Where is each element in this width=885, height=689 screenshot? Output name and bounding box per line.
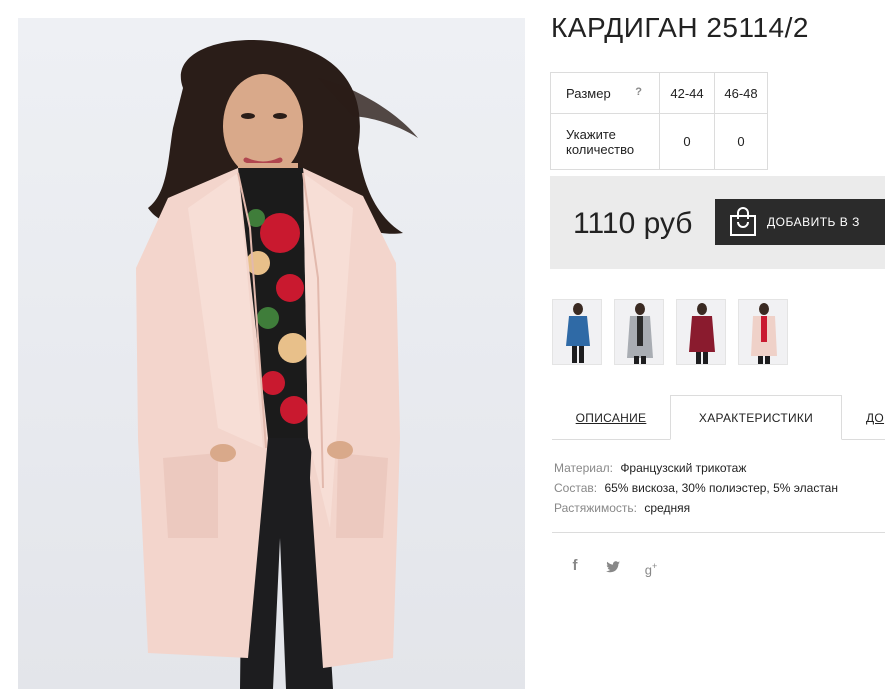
thumbnail-blue[interactable] bbox=[552, 299, 602, 365]
characteristic-row: Материал: Французский трикотаж bbox=[554, 458, 838, 478]
price-box: 1110 руб ДОБАВИТЬ В З bbox=[550, 176, 885, 269]
quantity-input-46-48[interactable]: 0 bbox=[714, 113, 768, 170]
social-share: f g+ bbox=[567, 556, 659, 577]
google-plus-icon[interactable]: g+ bbox=[643, 556, 659, 577]
thumbnail-burgundy-image bbox=[689, 303, 715, 364]
model-photo-illustration bbox=[136, 40, 418, 689]
thumbnail-pink-image bbox=[751, 303, 777, 364]
characteristic-key: Растяжимость: bbox=[554, 501, 638, 515]
size-label: Размер bbox=[566, 85, 611, 101]
thumbnail-burgundy[interactable] bbox=[676, 299, 726, 365]
size-table: Размер ? 42-44 46-48 Укажите количество … bbox=[550, 72, 768, 170]
product-tabs: ОПИСАНИЕ ХАРАКТЕРИСТИКИ ДО bbox=[552, 395, 885, 440]
characteristic-value: Французский трикотаж bbox=[620, 461, 747, 475]
thumbnail-blue-image bbox=[566, 303, 590, 363]
quantity-input-42-44[interactable]: 0 bbox=[659, 113, 715, 170]
thumbnail-pink[interactable] bbox=[738, 299, 788, 365]
add-to-cart-label: ДОБАВИТЬ В З bbox=[767, 215, 860, 229]
characteristic-key: Состав: bbox=[554, 481, 598, 495]
product-price: 1110 руб bbox=[573, 207, 693, 240]
add-to-cart-button[interactable]: ДОБАВИТЬ В З bbox=[715, 199, 885, 245]
quantity-label: Укажите количество bbox=[550, 113, 660, 170]
size-option-46-48: 46-48 bbox=[714, 72, 768, 114]
thumbnail-grey-image bbox=[627, 303, 653, 364]
characteristic-key: Материал: bbox=[554, 461, 613, 475]
characteristics-list: Материал: Французский трикотаж Состав: 6… bbox=[554, 458, 838, 518]
help-icon[interactable]: ? bbox=[635, 86, 642, 98]
product-title: КАРДИГАН 25114/2 bbox=[551, 12, 809, 43]
main-product-image[interactable] bbox=[18, 18, 525, 689]
tab-delivery[interactable]: ДО bbox=[842, 395, 885, 440]
characteristic-row: Растяжимость: средняя bbox=[554, 498, 838, 518]
tab-characteristics[interactable]: ХАРАКТЕРИСТИКИ bbox=[670, 395, 842, 440]
characteristic-value: 65% вискоза, 30% полиэстер, 5% эластан bbox=[604, 481, 838, 495]
size-option-42-44: 42-44 bbox=[659, 72, 715, 114]
twitter-icon[interactable] bbox=[605, 556, 621, 576]
thumbnail-grey[interactable] bbox=[614, 299, 664, 365]
facebook-icon[interactable]: f bbox=[567, 556, 583, 576]
section-divider bbox=[552, 532, 885, 533]
characteristic-row: Состав: 65% вискоза, 30% полиэстер, 5% э… bbox=[554, 478, 838, 498]
shopping-bag-icon bbox=[730, 207, 756, 236]
tab-description[interactable]: ОПИСАНИЕ bbox=[552, 395, 670, 440]
characteristic-value: средняя bbox=[644, 501, 691, 515]
size-label-cell: Размер ? bbox=[550, 72, 660, 114]
